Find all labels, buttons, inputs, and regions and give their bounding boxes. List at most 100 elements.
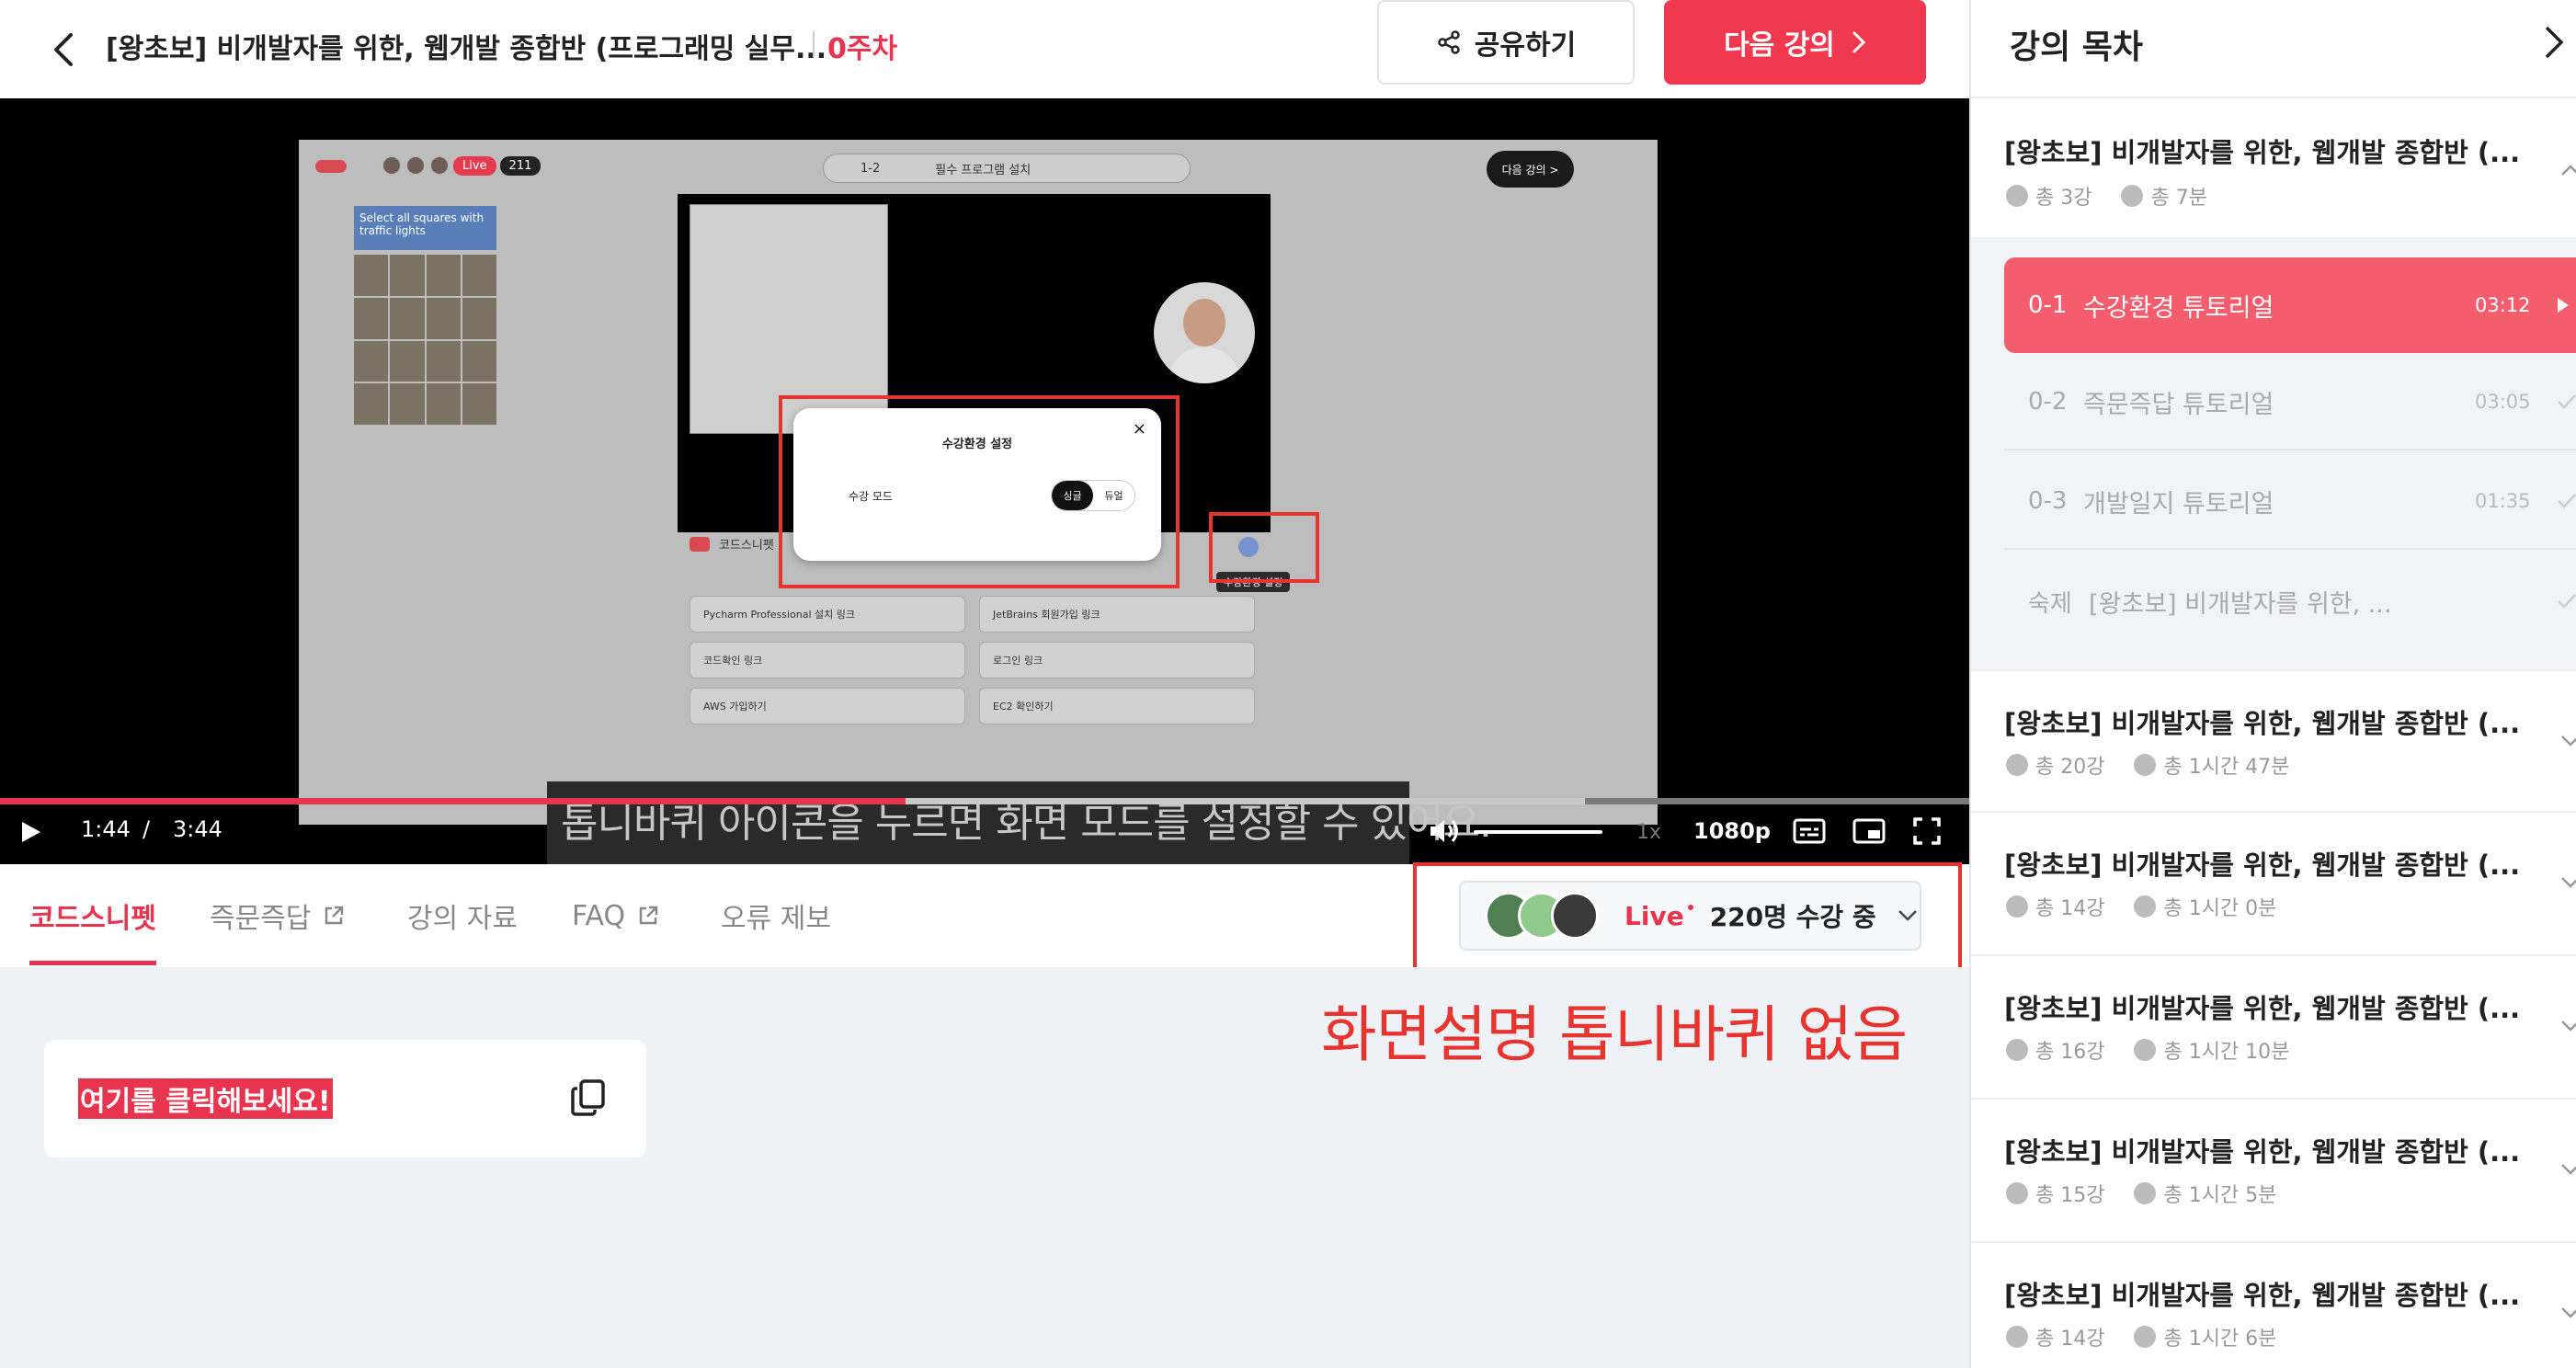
copy-icon[interactable] bbox=[570, 1078, 607, 1117]
chevron-right-icon bbox=[1852, 31, 1866, 53]
lesson-number: 0-1 bbox=[2028, 291, 2068, 319]
share-icon bbox=[1438, 30, 1460, 54]
quality-selector[interactable]: 1080p bbox=[1693, 818, 1771, 844]
annotation-text: 화면설명 톱니바퀴 없음 bbox=[1321, 999, 1908, 1070]
instructor-camera bbox=[1154, 282, 1255, 383]
tab-qna[interactable]: 즉문즉답 bbox=[210, 864, 346, 967]
tab-label: 오류 제보 bbox=[721, 903, 831, 935]
section-title: [왕초보] 비개발자를 위한, 웹개발 종합반 (... bbox=[2004, 137, 2521, 168]
chevron-down-icon bbox=[2561, 877, 2576, 888]
title-divider bbox=[813, 31, 815, 57]
week-label: 0주차 bbox=[827, 33, 898, 65]
section-meta: 총 15강 총 1시간 5분 bbox=[2006, 1179, 2297, 1208]
lesson-list: 0-1 수강환경 튜토리얼 03:12 0-2 즉문즉답 튜토리얼 03:05 … bbox=[1971, 237, 2576, 669]
chevron-down-icon bbox=[2561, 1164, 2576, 1175]
section-header[interactable]: [왕초보] 비개발자를 위한, 웹개발 종합반 (... 총 20강 총 1시간… bbox=[1971, 669, 2576, 813]
lesson-item[interactable]: 0-1 수강환경 튜토리얼 03:12 bbox=[2004, 257, 2576, 353]
section-duration: 총 1시간 10분 bbox=[2163, 1041, 2290, 1064]
inner-brand-icon bbox=[690, 536, 710, 552]
play-circle-icon bbox=[2006, 895, 2028, 918]
curriculum-sidebar: 강의 목차 [왕초보] 비개발자를 위한, 웹개발 종합반 (... 총 3강 … bbox=[1969, 0, 2576, 1368]
chevron-right-icon[interactable] bbox=[2543, 24, 2565, 61]
section-count: 총 14강 bbox=[2035, 897, 2105, 920]
lesson-number: 0-2 bbox=[2028, 388, 2068, 416]
inner-logo bbox=[315, 160, 347, 173]
total-time: 3:44 bbox=[173, 816, 222, 842]
check-icon bbox=[2558, 394, 2576, 409]
lesson-number: 0-3 bbox=[2028, 487, 2068, 515]
tab-faq[interactable]: FAQ bbox=[572, 864, 660, 967]
section-count: 총 16강 bbox=[2035, 1041, 2105, 1064]
chevron-down-icon bbox=[2561, 1020, 2576, 1032]
back-button[interactable] bbox=[37, 22, 92, 77]
annotation-box-gear bbox=[1209, 512, 1319, 583]
inner-captcha-header: Select all squares with traffic lights bbox=[354, 206, 496, 250]
tab-label: FAQ bbox=[572, 899, 626, 932]
inner-live-indicator: Live 211 bbox=[382, 155, 541, 176]
subtitles-icon[interactable] bbox=[1793, 818, 1826, 844]
tab-report-error[interactable]: 오류 제보 bbox=[721, 864, 831, 967]
section-header[interactable]: [왕초보] 비개발자를 위한, 웹개발 종합반 (... 총 15강 총 1시간… bbox=[1971, 1100, 2576, 1243]
lesson-item[interactable]: 0-3 개발일지 튜토리얼 01:35 bbox=[2004, 454, 2576, 550]
lesson-item[interactable]: 0-2 즉문즉답 튜토리얼 03:05 bbox=[2004, 355, 2576, 450]
lesson-item[interactable]: 숙제 [왕초보] 비개발자를 위한, ... bbox=[2004, 553, 2576, 649]
lesson-duration: 03:05 bbox=[2475, 391, 2531, 413]
fullscreen-icon[interactable] bbox=[1912, 816, 1942, 846]
external-link-icon bbox=[639, 906, 658, 925]
time-separator: / bbox=[142, 816, 151, 842]
section-duration: 총 1시간 47분 bbox=[2163, 756, 2290, 779]
section-duration: 총 1시간 6분 bbox=[2163, 1328, 2277, 1351]
inner-select-number: 1-2 bbox=[861, 161, 881, 176]
tab-label: 즉문즉답 bbox=[210, 903, 312, 935]
volume-icon[interactable] bbox=[1428, 816, 1461, 846]
inner-top-bar: Live 211 1-2 필수 프로그램 설치 다음 강의 > bbox=[299, 140, 1658, 195]
tab-label: 강의 자료 bbox=[407, 903, 518, 935]
play-icon[interactable] bbox=[17, 818, 44, 846]
inner-link-card: Pycharm Professional 설치 링크 bbox=[690, 596, 965, 633]
section-title: [왕초보] 비개발자를 위한, 웹개발 종합반 (... bbox=[2004, 1136, 2521, 1168]
inner-link-card: EC2 확인하기 bbox=[979, 688, 1255, 724]
share-label: 공유하기 bbox=[1474, 29, 1577, 62]
section-meta: 총 14강 총 1시간 0분 bbox=[2006, 892, 2297, 921]
inner-brand: 코드스니펫 bbox=[690, 535, 774, 553]
lesson-name: [왕초보] 비개발자를 위한, ... bbox=[2089, 589, 2392, 619]
lesson-name: 즉문즉답 튜토리얼 bbox=[2083, 390, 2274, 419]
check-icon bbox=[2558, 494, 2576, 508]
instructor-head bbox=[1183, 299, 1225, 347]
snippet-card[interactable]: 여기를 클릭해보세요! bbox=[44, 1040, 646, 1157]
play-circle-icon bbox=[2006, 1326, 2028, 1348]
snippet-text[interactable]: 여기를 클릭해보세요! bbox=[78, 1078, 333, 1119]
section-meta: 총 20강 총 1시간 47분 bbox=[2006, 750, 2309, 780]
playback-speed[interactable]: 1x bbox=[1636, 821, 1661, 844]
current-time: 1:44 bbox=[81, 816, 131, 842]
play-circle-icon bbox=[2006, 1039, 2028, 1061]
section-title: [왕초보] 비개발자를 위한, 웹개발 종합반 (... bbox=[2004, 849, 2521, 881]
pip-icon[interactable] bbox=[1852, 818, 1886, 844]
section-meta: 총 16강 총 1시간 10분 bbox=[2006, 1035, 2309, 1065]
share-button[interactable]: 공유하기 bbox=[1377, 0, 1635, 85]
tab-code-snippet[interactable]: 코드스니펫 bbox=[29, 864, 156, 967]
inner-link-card: JetBrains 회원가입 링크 bbox=[979, 596, 1255, 633]
section-count: 총 15강 bbox=[2035, 1184, 2105, 1207]
app-root: [왕초보] 비개발자를 위한, 웹개발 종합반 (프로그래밍 실무... 0주차… bbox=[0, 0, 2576, 1368]
video-player[interactable]: Live 211 1-2 필수 프로그램 설치 다음 강의 > Select a… bbox=[0, 98, 1969, 864]
section-header[interactable]: [왕초보] 비개발자를 위한, 웹개발 종합반 (... 총 14강 총 1시간… bbox=[1971, 1243, 2576, 1368]
section-header[interactable]: [왕초보] 비개발자를 위한, 웹개발 종합반 (... 총 16강 총 1시간… bbox=[1971, 956, 2576, 1100]
section-count: 총 14강 bbox=[2035, 1328, 2105, 1351]
lesson-duration: 01:35 bbox=[2475, 490, 2531, 512]
external-link-icon bbox=[325, 906, 344, 925]
tab-label: 코드스니펫 bbox=[29, 903, 156, 935]
inner-live-pill: Live bbox=[453, 155, 496, 176]
clock-icon bbox=[2134, 1039, 2157, 1061]
lesson-number: 숙제 bbox=[2028, 589, 2072, 618]
play-icon bbox=[2558, 298, 2569, 313]
lesson-name: 수강환경 튜토리얼 bbox=[2083, 293, 2274, 323]
section-count: 총 20강 bbox=[2035, 756, 2105, 779]
inner-brand-label: 코드스니펫 bbox=[719, 539, 774, 553]
volume-slider[interactable] bbox=[1474, 830, 1602, 834]
section-header[interactable]: [왕초보] 비개발자를 위한, 웹개발 종합반 (... 총 14강 총 1시간… bbox=[1971, 813, 2576, 956]
next-lecture-button[interactable]: 다음 강의 bbox=[1664, 0, 1926, 85]
inner-lesson-select: 1-2 필수 프로그램 설치 bbox=[823, 154, 1191, 183]
section-meta: 총 14강 총 1시간 6분 bbox=[2006, 1322, 2297, 1351]
tab-materials[interactable]: 강의 자료 bbox=[407, 864, 518, 967]
